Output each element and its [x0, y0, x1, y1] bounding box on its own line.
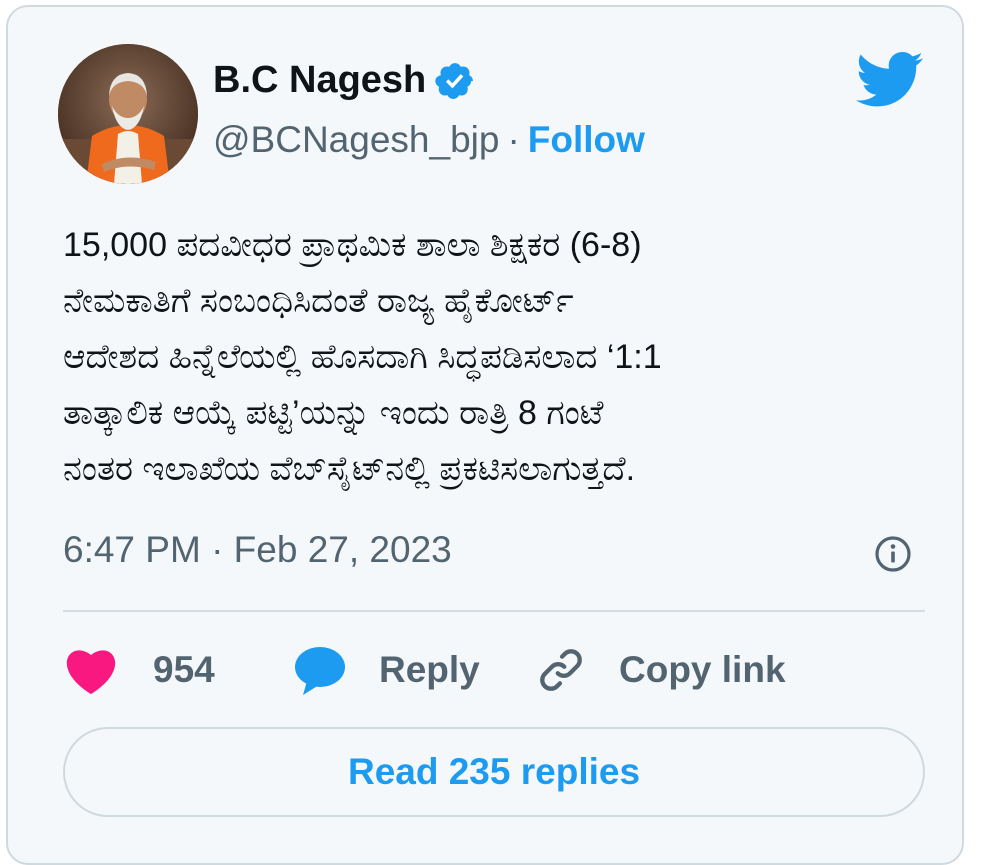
- separator: ·: [507, 119, 520, 160]
- read-replies-button[interactable]: Read 235 replies: [63, 727, 925, 817]
- tweet-text-line: ನಂತರ ಇಲಾಖೆಯ ವೆಬ್‌ಸೈಟ್‌ನಲ್ಲಿ ಪ್ರಕಟಿಸಲಾಗುತ…: [63, 450, 636, 488]
- like-button[interactable]: 954: [63, 639, 215, 701]
- reply-label: Reply: [379, 649, 480, 690]
- tweet-timestamp[interactable]: 6:47 PM · Feb 27, 2023: [63, 529, 452, 571]
- read-replies-label: Read 235 replies: [347, 751, 641, 792]
- info-icon[interactable]: [872, 533, 914, 575]
- handle[interactable]: @BCNagesh_bjp: [213, 119, 499, 160]
- divider: [63, 610, 925, 612]
- twitter-bird-icon[interactable]: [856, 51, 924, 109]
- tweet-text-line: ಆದೇಶದ ಹಿನ್ನೆಲೆಯಲ್ಲಿ ಹೊಸದಾಗಿ ಸಿದ್ಧಪಡಿಸಲಾದ…: [63, 338, 662, 376]
- display-name[interactable]: B.C Nagesh: [213, 59, 426, 102]
- like-count: 954: [153, 649, 215, 690]
- action-bar: 954 Reply Copy link: [63, 639, 925, 701]
- tweet-card: B.C Nagesh @BCNagesh_bjp · Follow 15,000 ಪ…: [6, 5, 964, 865]
- follow-button[interactable]: Follow: [528, 119, 645, 160]
- speech-bubble-icon: [293, 643, 347, 697]
- tweet-text: 15,000 ಪದವೀಧರ ಪ್ರಾಥಮಿಕ ಶಾಲಾ ಶಿಕ್ಷಕರ (6-8…: [63, 217, 933, 497]
- display-name-row[interactable]: B.C Nagesh: [213, 59, 476, 102]
- copy-link-label: Copy link: [619, 649, 786, 690]
- tweet-text-line: ತಾತ್ಕಾಲಿಕ ಆಯ್ಕೆ ಪಟ್ಟಿ’ಯನ್ನು ಇಂದು ರಾತ್ರಿ …: [63, 394, 604, 432]
- tweet-text-line: ನೇಮಕಾತಿಗೆ ಸಂಬಂಧಿಸಿದಂತೆ ರಾಜ್ಯ ಹೈಕೋರ್ಟ್: [63, 282, 574, 320]
- heart-icon: [63, 645, 119, 695]
- link-icon: [535, 644, 587, 696]
- tweet-text-line: 15,000 ಪದವೀಧರ ಪ್ರಾಥಮಿಕ ಶಾಲಾ ಶಿಕ್ಷಕರ (6-8…: [63, 226, 642, 264]
- avatar[interactable]: [58, 44, 198, 184]
- copy-link-button[interactable]: Copy link: [535, 639, 786, 701]
- verified-badge-icon: [434, 60, 476, 102]
- reply-button[interactable]: Reply: [293, 639, 480, 701]
- handle-row: @BCNagesh_bjp · Follow: [213, 119, 645, 161]
